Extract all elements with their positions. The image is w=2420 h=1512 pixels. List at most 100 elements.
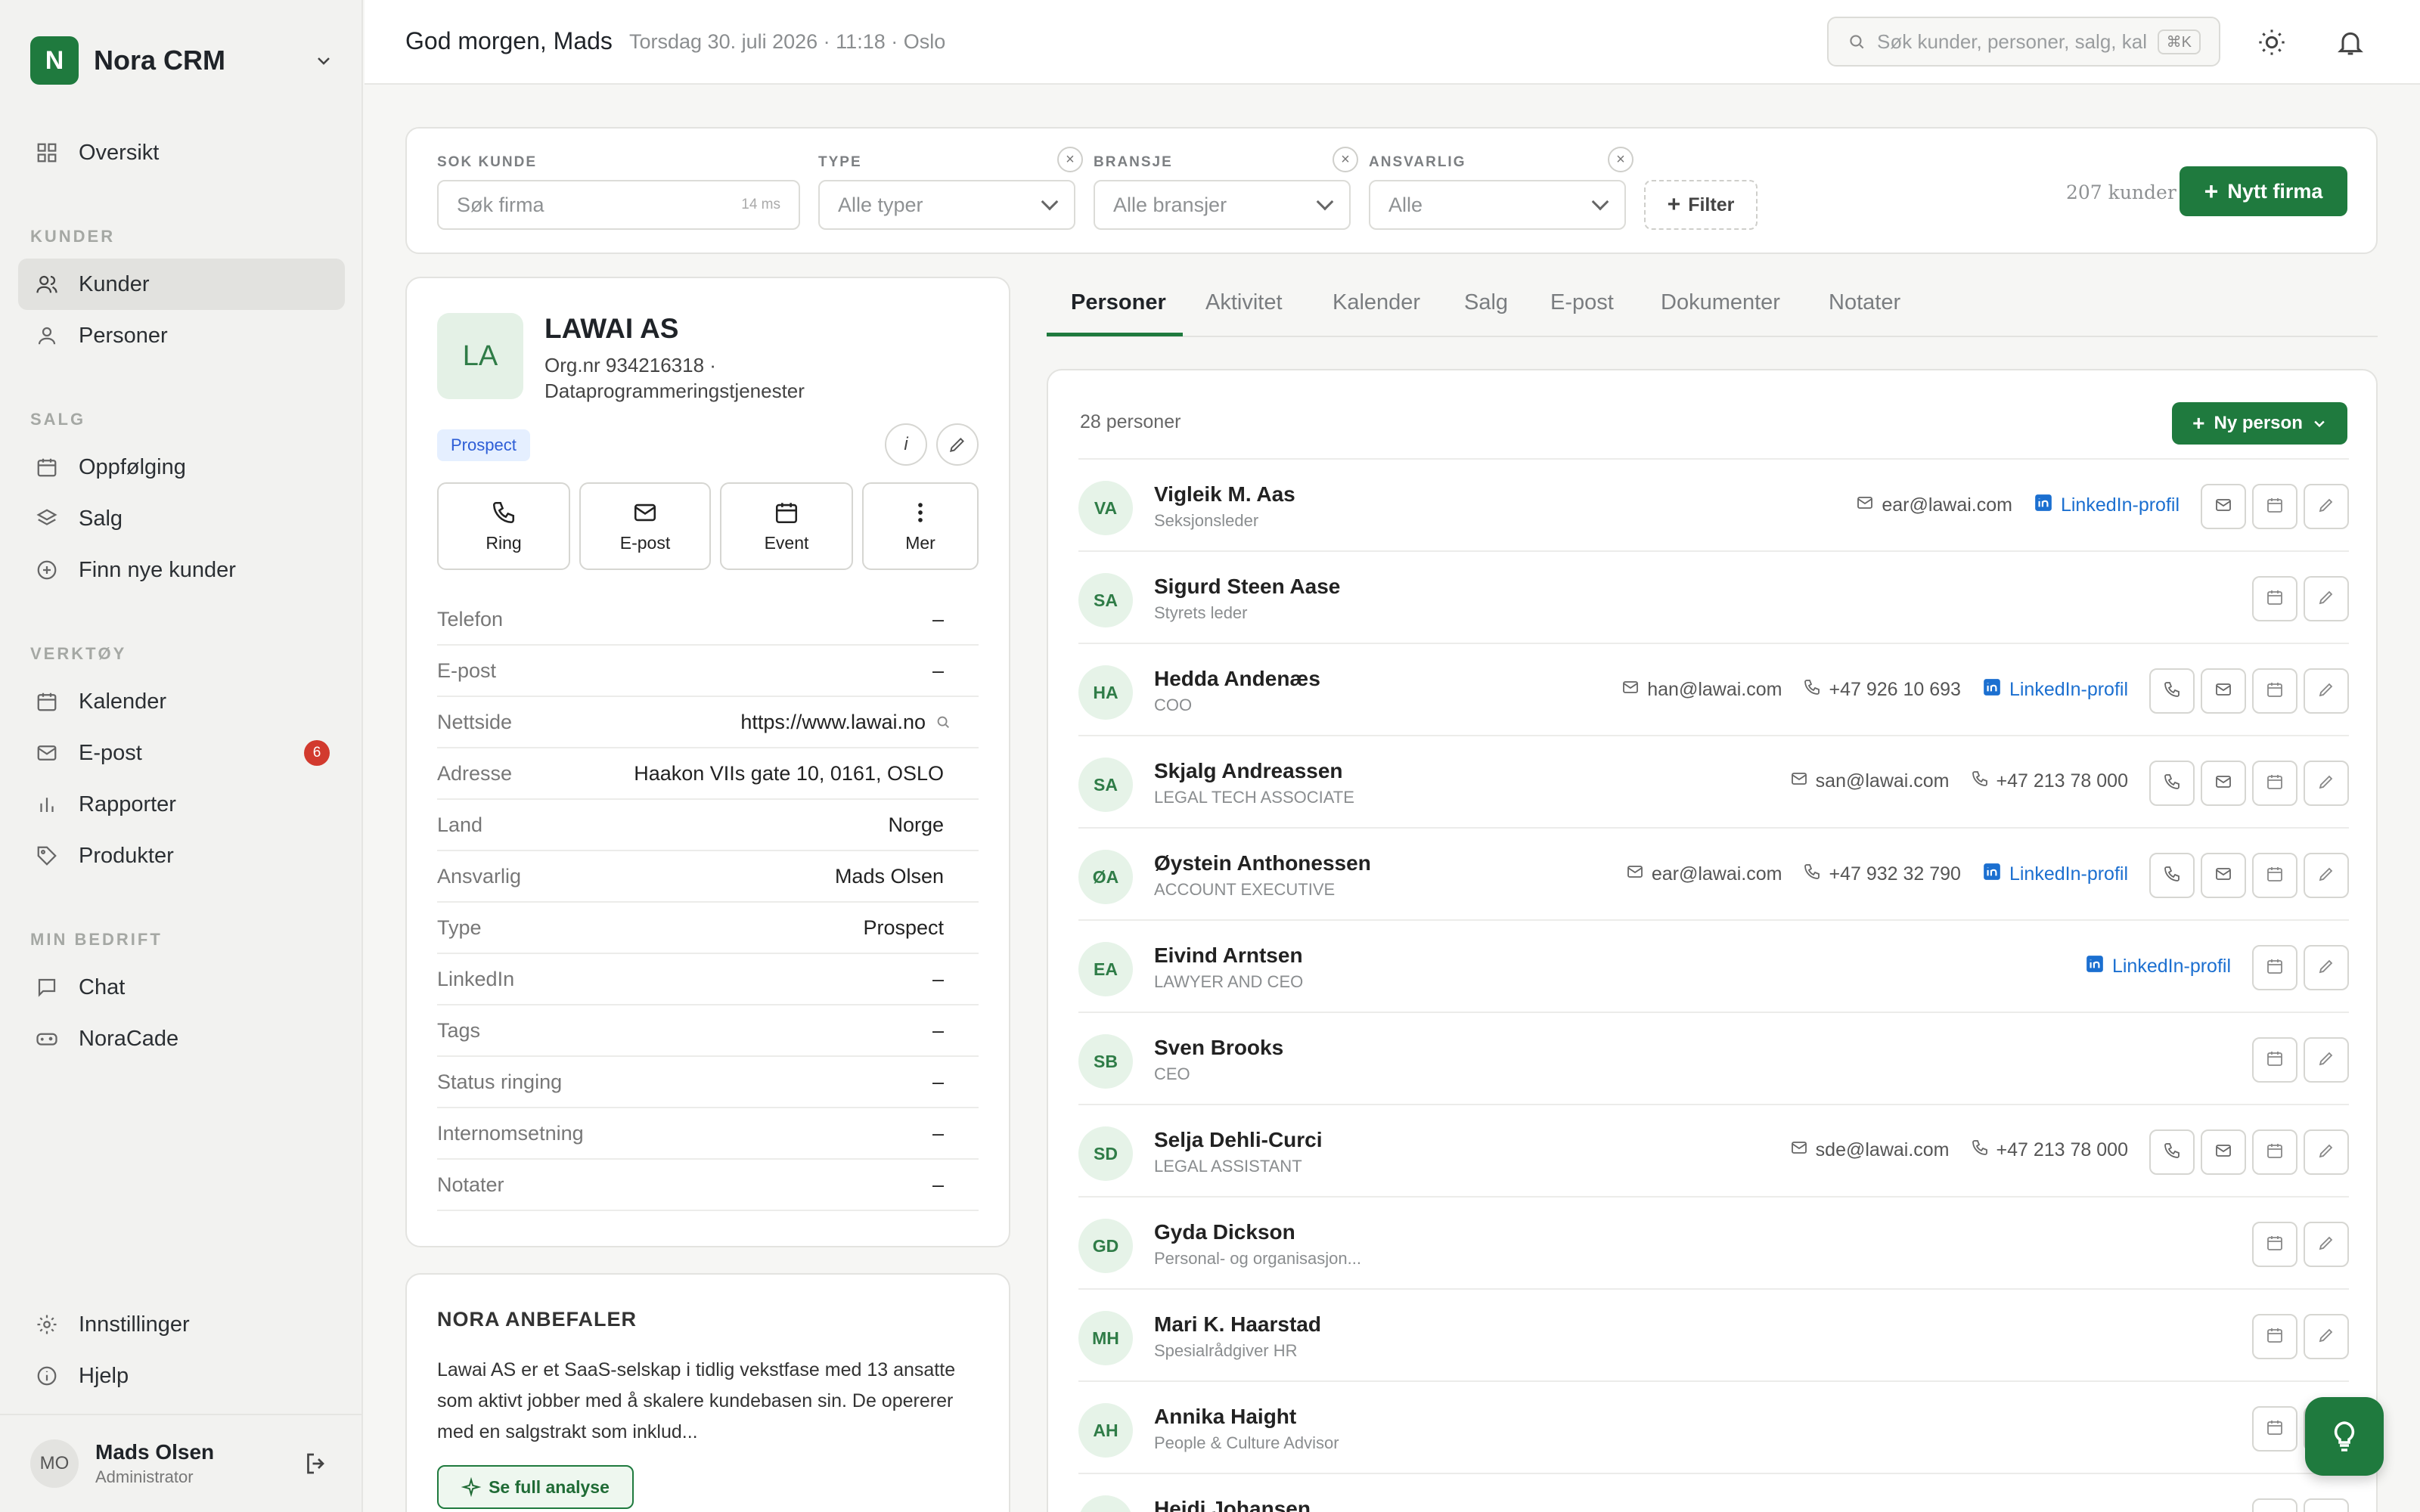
more-button[interactable]: Mer [862, 482, 979, 570]
industry-select[interactable]: Alle bransjer [1094, 180, 1351, 230]
email-person-button[interactable] [2201, 761, 2246, 806]
person-phone[interactable]: +47 213 78 000 [1971, 770, 2128, 793]
person-row[interactable]: SA Sigurd Steen Aase Styrets leder [1078, 550, 2349, 643]
person-row[interactable]: HA Hedda Andenæs COO han@lawai.com +47 926 1… [1078, 643, 2349, 735]
schedule-button[interactable] [2252, 576, 2297, 621]
linkedin-link[interactable]: LinkedIn-profil [1982, 862, 2128, 887]
person-name[interactable]: Annika Haight [1154, 1405, 1296, 1429]
nav-item-persons[interactable]: Personer [18, 310, 345, 361]
person-name[interactable]: Øystein Anthonessen [1154, 851, 1371, 875]
schedule-button[interactable] [2252, 945, 2297, 990]
nav-item-products[interactable]: Produkter [18, 830, 345, 881]
tab-calendar[interactable]: Kalender [1333, 290, 1420, 315]
email-person-button[interactable] [2201, 668, 2246, 714]
schedule-button[interactable] [2252, 668, 2297, 714]
person-name[interactable]: Sigurd Steen Aase [1154, 575, 1340, 599]
schedule-button[interactable] [2252, 1222, 2297, 1267]
person-name[interactable]: Gyda Dickson [1154, 1220, 1295, 1244]
tab-notes[interactable]: Notater [1829, 290, 1900, 315]
person-row[interactable]: ØA Øystein Anthonessen ACCOUNT EXECUTIVE ea… [1078, 827, 2349, 919]
person-row[interactable]: MH Mari K. Haarstad Spesialrådgiver HR [1078, 1288, 2349, 1380]
person-name[interactable]: Eivind Arntsen [1154, 943, 1303, 968]
person-name[interactable]: Vigleik M. Aas [1154, 482, 1295, 507]
call-person-button[interactable] [2149, 761, 2195, 806]
edit-company-button[interactable] [936, 423, 979, 466]
company-search-input[interactable]: Søk firma 14 ms [437, 180, 800, 230]
theme-toggle-button[interactable] [2252, 23, 2291, 62]
nora-assistant-button[interactable] [2305, 1397, 2384, 1476]
call-person-button[interactable] [2149, 1129, 2195, 1175]
add-filter-button[interactable]: + Filter [1644, 180, 1758, 230]
person-name[interactable]: Mari K. Haarstad [1154, 1312, 1321, 1337]
person-email[interactable]: ear@lawai.com [1856, 494, 2012, 517]
schedule-button[interactable] [2252, 1129, 2297, 1175]
nav-item-sales[interactable]: Salg [18, 493, 345, 544]
person-row[interactable]: SB Sven Brooks CEO [1078, 1012, 2349, 1104]
schedule-button[interactable] [2252, 1406, 2297, 1452]
person-name[interactable]: Heidi Johansen [1154, 1497, 1311, 1512]
person-name[interactable]: Hedda Andenæs [1154, 667, 1320, 691]
nav-item-overview[interactable]: Oversikt [18, 127, 345, 178]
call-person-button[interactable] [2149, 853, 2195, 898]
person-email[interactable]: ear@lawai.com [1626, 863, 1782, 886]
linkedin-link[interactable]: LinkedIn-profil [1982, 677, 2128, 702]
event-button[interactable]: Event [720, 482, 853, 570]
person-email[interactable]: han@lawai.com [1621, 678, 1782, 702]
person-row[interactable]: AH Annika Haight People & Culture Advisor [1078, 1380, 2349, 1473]
nav-item-noracade[interactable]: NoraCade [18, 1013, 345, 1064]
linkedin-link[interactable]: LinkedIn-profil [2034, 493, 2180, 518]
call-button[interactable]: Ring [437, 482, 570, 570]
type-select[interactable]: Alle typer [818, 180, 1075, 230]
tab-email[interactable]: E-post [1550, 290, 1614, 315]
nav-item-find-new[interactable]: Finn nye kunder [18, 544, 345, 596]
person-phone[interactable]: +47 926 10 693 [1803, 678, 1961, 702]
person-row[interactable]: HJ Heidi Johansen [1078, 1473, 2349, 1512]
edit-person-button[interactable] [2304, 1129, 2349, 1175]
schedule-button[interactable] [2252, 761, 2297, 806]
nav-item-help[interactable]: Hjelp [18, 1350, 345, 1402]
tab-persons[interactable]: Personer [1071, 290, 1166, 315]
schedule-button[interactable] [2252, 1314, 2297, 1359]
edit-person-button[interactable] [2304, 945, 2349, 990]
person-phone[interactable]: +47 213 78 000 [1971, 1139, 2128, 1162]
workspace-switcher[interactable]: N Nora CRM [30, 36, 333, 85]
person-name[interactable]: Sven Brooks [1154, 1036, 1283, 1060]
global-search-input[interactable]: Søk kunder, personer, salg, kal ⌘K [1827, 17, 2220, 67]
person-row[interactable]: SA Skjalg Andreassen LEGAL TECH ASSOCIATE s… [1078, 735, 2349, 827]
edit-person-button[interactable] [2304, 1498, 2349, 1512]
tab-activity[interactable]: Aktivitet [1205, 290, 1283, 315]
call-person-button[interactable] [2149, 668, 2195, 714]
person-row[interactable]: EA Eivind Arntsen LAWYER AND CEO LinkedIn-p… [1078, 919, 2349, 1012]
person-email[interactable]: san@lawai.com [1790, 770, 1950, 793]
email-person-button[interactable] [2201, 1129, 2246, 1175]
email-person-button[interactable] [2201, 853, 2246, 898]
person-row[interactable]: GD Gyda Dickson Personal- og organisasjon.… [1078, 1196, 2349, 1288]
notifications-button[interactable] [2331, 23, 2370, 62]
full-analysis-button[interactable]: Se full analyse [437, 1465, 634, 1509]
clear-type-button[interactable]: × [1057, 147, 1083, 172]
tab-documents[interactable]: Dokumenter [1661, 290, 1780, 315]
person-name[interactable]: Selja Dehli-Curci [1154, 1128, 1323, 1152]
clear-owner-button[interactable]: × [1608, 147, 1634, 172]
edit-person-button[interactable] [2304, 1314, 2349, 1359]
person-phone[interactable]: +47 932 32 790 [1803, 863, 1961, 886]
schedule-button[interactable] [2252, 484, 2297, 529]
email-person-button[interactable] [2201, 484, 2246, 529]
edit-person-button[interactable] [2304, 484, 2349, 529]
nav-item-settings[interactable]: Innstillinger [18, 1299, 345, 1350]
edit-person-button[interactable] [2304, 576, 2349, 621]
info-value[interactable]: https://www.lawai.no [740, 711, 926, 734]
nav-item-email[interactable]: E-post 6 [18, 727, 345, 779]
person-row[interactable]: SD Selja Dehli-Curci LEGAL ASSISTANT sde@la… [1078, 1104, 2349, 1196]
schedule-button[interactable] [2252, 853, 2297, 898]
schedule-button[interactable] [2252, 1498, 2297, 1512]
nav-item-calendar[interactable]: Kalender [18, 676, 345, 727]
person-email[interactable]: sde@lawai.com [1790, 1139, 1950, 1162]
nav-item-reports[interactable]: Rapporter [18, 779, 345, 830]
tab-sales[interactable]: Salg [1464, 290, 1508, 315]
search-website-icon[interactable] [935, 714, 951, 730]
edit-person-button[interactable] [2304, 853, 2349, 898]
email-button[interactable]: E-post [579, 482, 711, 570]
user-profile[interactable]: MO Mads Olsen Administrator [0, 1414, 363, 1512]
nav-item-followup[interactable]: Oppfølging [18, 442, 345, 493]
